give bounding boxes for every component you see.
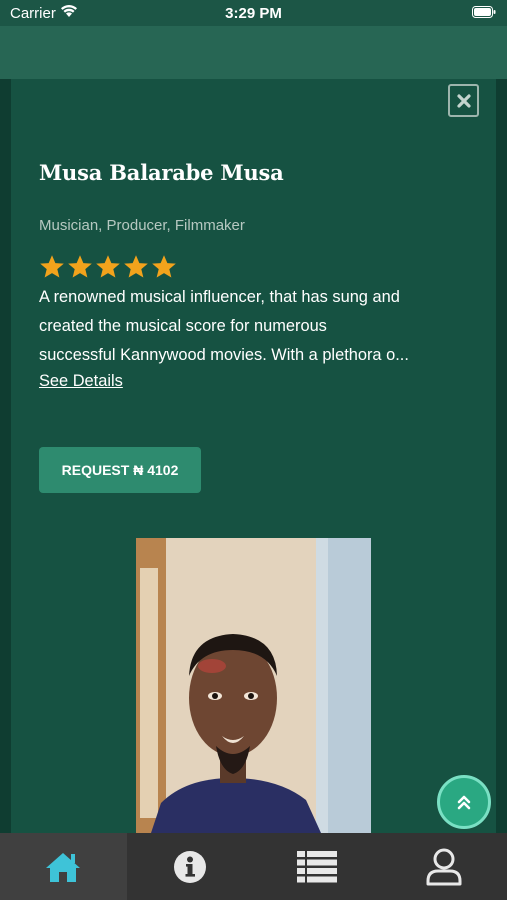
description-line: successful Kannywood movies. With a plet… — [39, 346, 409, 364]
see-details-link[interactable]: See Details — [39, 372, 123, 391]
profile-description: A renowned musical influencer, that has … — [39, 283, 479, 370]
tab-info[interactable] — [127, 833, 254, 900]
description-line: created the musical score for numerous — [39, 317, 327, 335]
rating-stars — [39, 254, 177, 280]
header-band — [0, 26, 507, 79]
tab-home[interactable] — [0, 833, 127, 900]
scroll-to-top-button[interactable] — [437, 775, 491, 829]
profile-name: Musa Balarabe Musa — [39, 160, 284, 185]
list-icon — [296, 850, 337, 882]
star-icon — [68, 255, 92, 278]
profile-roles: Musician, Producer, Filmmaker — [39, 217, 245, 234]
video-thumbnail — [136, 538, 371, 833]
profile-video[interactable] — [136, 538, 371, 833]
close-icon — [456, 93, 471, 108]
star-icon — [124, 255, 148, 278]
star-icon — [152, 255, 176, 278]
user-icon — [426, 848, 462, 885]
close-button[interactable] — [448, 84, 479, 117]
double-chevron-up-icon — [457, 795, 471, 810]
battery-icon — [472, 6, 496, 18]
tab-list[interactable] — [254, 833, 381, 900]
tab-bar — [0, 833, 507, 900]
panel-border-left — [0, 79, 11, 833]
status-bar: Carrier 3:29 PM — [0, 0, 507, 26]
tab-profile[interactable] — [380, 833, 507, 900]
panel-border-right — [496, 79, 507, 833]
home-icon — [46, 852, 81, 882]
request-button[interactable]: REQUEST ₦ 4102 — [39, 447, 201, 493]
info-icon — [174, 850, 207, 883]
description-line: A renowned musical influencer, that has … — [39, 288, 400, 306]
status-time: 3:29 PM — [225, 5, 282, 22]
star-icon — [96, 255, 120, 278]
star-icon — [40, 255, 64, 278]
